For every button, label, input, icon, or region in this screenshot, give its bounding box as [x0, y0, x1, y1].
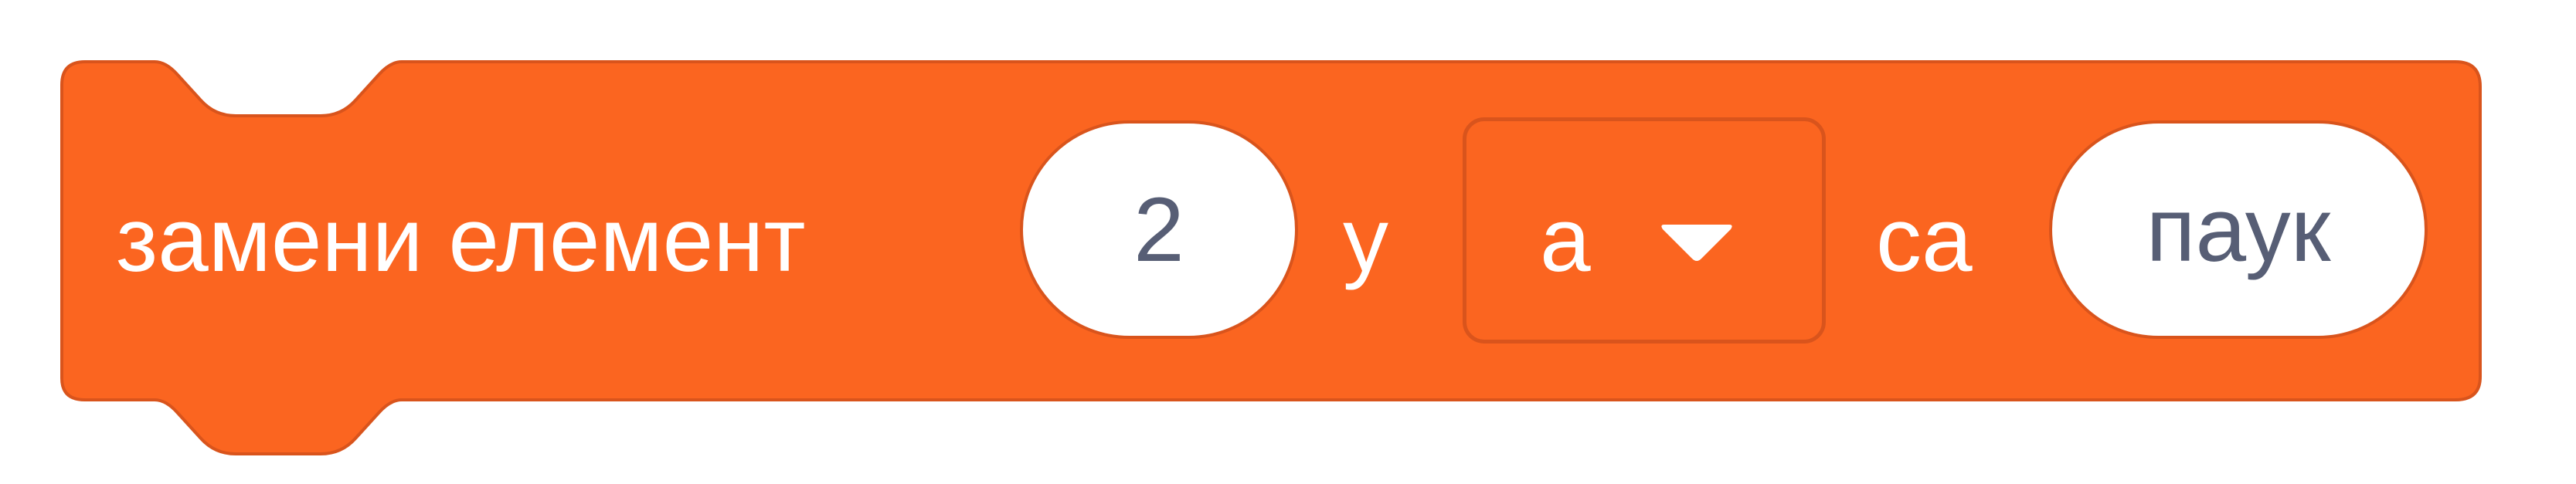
dropdown-arrow-icon[interactable] [1658, 220, 1735, 265]
index-input[interactable]: 2 [1020, 120, 1298, 339]
block-label-replace-item: замени елемент [116, 189, 806, 291]
list-dropdown[interactable]: а [1463, 117, 1826, 344]
index-input-value[interactable]: 2 [1133, 178, 1184, 283]
script-canvas: замени елемент 2 у а са паук [0, 0, 2576, 484]
block-label-in: у [1343, 189, 1388, 291]
block-label-with: са [1876, 189, 1973, 291]
list-dropdown-value[interactable]: а [1540, 195, 1591, 286]
item-input-value[interactable]: паук [2146, 178, 2331, 283]
item-input[interactable]: паук [2049, 120, 2428, 339]
